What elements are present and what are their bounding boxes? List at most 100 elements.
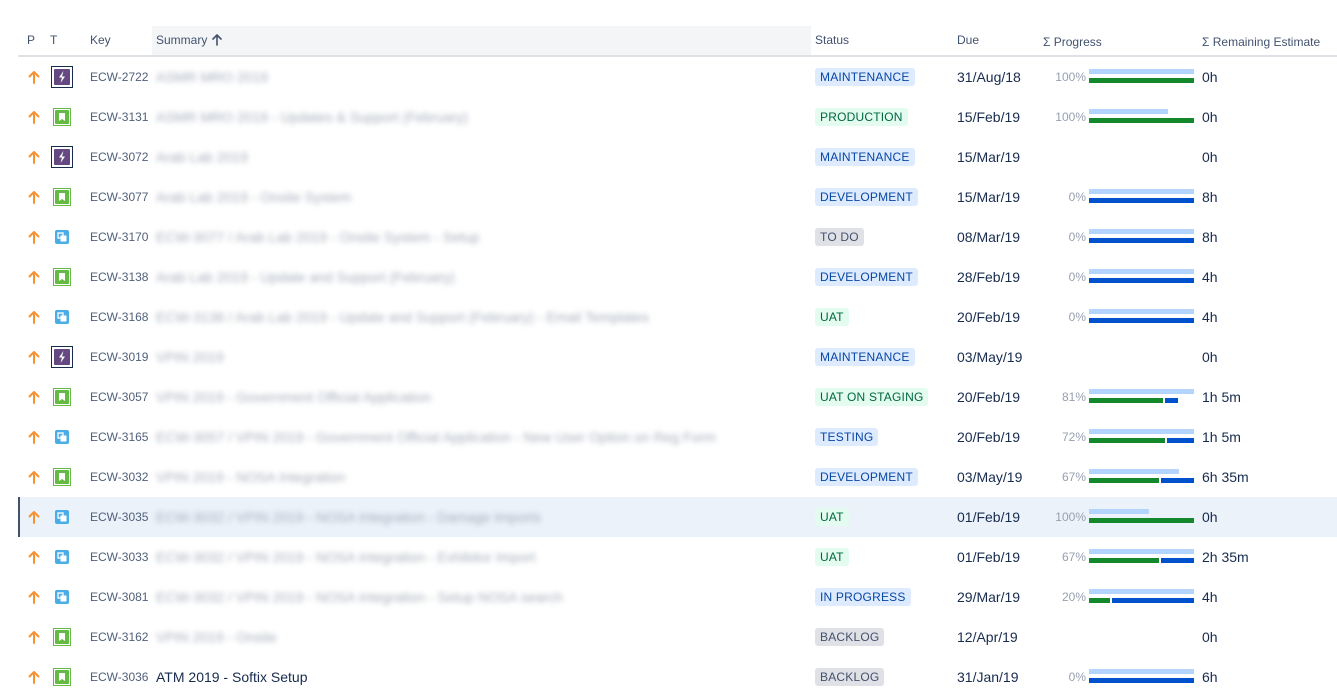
issue-key-link[interactable]: ECW-3168	[90, 297, 148, 337]
issue-summary-link[interactable]: ATM 2019 - Softix Setup	[156, 657, 307, 697]
issue-summary-link[interactable]: ASMR MRO 2019 - Updates & Support (Febru…	[156, 97, 468, 137]
status-cell: UAT ON STAGING	[815, 377, 929, 417]
progress-done-segment	[1089, 558, 1159, 563]
status-lozenge: DEVELOPMENT	[815, 188, 918, 206]
issue-key-link[interactable]: ECW-3057	[90, 377, 148, 417]
table-row[interactable]: ECW-2722 ASMR MRO 2019 MAINTENANCE 31/Aug/1…	[18, 57, 1337, 97]
issue-summary-link[interactable]: ECW-3032 / VPIN 2019 - NOSA Integration …	[156, 497, 541, 537]
column-header-due[interactable]: Due	[957, 32, 979, 48]
remaining-estimate: 2h 35m	[1202, 549, 1249, 565]
issue-key-link[interactable]: ECW-3081	[90, 577, 148, 617]
summary-header-highlight	[152, 26, 811, 55]
progress-estimate-bar	[1089, 429, 1194, 434]
issue-key-link[interactable]: ECW-3165	[90, 417, 148, 457]
table-row[interactable]: ECW-3168 ECW-3138 / Arab Lab 2019 - Updat…	[18, 297, 1337, 337]
progress-logged-bar	[1089, 678, 1194, 683]
issue-summary-link[interactable]: ECW-3057 / VPIN 2019 - Government Offici…	[156, 417, 716, 457]
table-row[interactable]: ECW-3057 VPIN 2019 - Government Official …	[18, 377, 1337, 417]
column-header-summary-label: Summary	[156, 33, 208, 47]
status-lozenge: IN PROGRESS	[815, 588, 911, 606]
due-date: 31/Jan/19	[957, 669, 1019, 685]
due-date: 28/Feb/19	[957, 269, 1021, 285]
column-header-summary[interactable]: Summary	[156, 32, 223, 48]
issue-summary-link[interactable]: ECW-3077 / Arab Lab 2019 - Onsite System…	[156, 217, 479, 257]
table-row[interactable]: ECW-3138 Arab Lab 2019 - Update and Suppo…	[18, 257, 1337, 297]
progress-estimate-bar	[1089, 549, 1194, 554]
table-row[interactable]: ECW-3032 VPIN 2019 - NOSA Integration DEVE…	[18, 457, 1337, 497]
column-header-status[interactable]: Status	[815, 32, 849, 48]
story-icon	[50, 617, 74, 657]
progress-done-segment	[1089, 78, 1194, 83]
table-row[interactable]: ECW-3019 VPIN 2019 MAINTENANCE 03/May/19 0h	[18, 337, 1337, 377]
status-cell: DEVELOPMENT	[815, 177, 918, 217]
issue-table: P T Key Summary Status Due Σ Progress Σ …	[18, 26, 1337, 697]
status-cell: UAT	[815, 297, 849, 337]
arrow-up-icon	[212, 34, 223, 46]
subtask-icon	[50, 497, 74, 537]
remaining-estimate: 6h 35m	[1202, 469, 1249, 485]
remaining-estimate: 1h 5m	[1202, 429, 1241, 445]
issue-key-link[interactable]: ECW-3162	[90, 617, 148, 657]
column-header-progress[interactable]: Σ Progress	[1043, 34, 1102, 50]
issue-key-link[interactable]: ECW-3035	[90, 497, 148, 537]
issue-key-link[interactable]: ECW-3131	[90, 97, 148, 137]
progress-percent: 100%	[1055, 70, 1086, 84]
issue-summary-link[interactable]: ECW-3032 / VPIN 2019 - NOSA Integration …	[156, 537, 535, 577]
due-date: 12/Apr/19	[957, 629, 1018, 645]
issue-summary-link[interactable]: ECW-3138 / Arab Lab 2019 - Update and Su…	[156, 297, 649, 337]
column-header-remaining-estimate[interactable]: Σ Remaining Estimate	[1202, 34, 1320, 50]
issue-summary-link[interactable]: ECW-3032 / VPIN 2019 - NOSA Integration …	[156, 577, 563, 617]
table-row[interactable]: ECW-3035 ECW-3032 / VPIN 2019 - NOSA Inte…	[18, 497, 1337, 537]
table-row[interactable]: ECW-3170 ECW-3077 / Arab Lab 2019 - Onsit…	[18, 217, 1337, 257]
subtask-icon	[50, 577, 74, 617]
table-row[interactable]: ECW-3033 ECW-3032 / VPIN 2019 - NOSA Inte…	[18, 537, 1337, 577]
issue-key-link[interactable]: ECW-3036	[90, 657, 148, 697]
issue-key-link[interactable]: ECW-3170	[90, 217, 148, 257]
progress-estimate-bar	[1089, 389, 1194, 394]
issue-summary-link[interactable]: Arab Lab 2019 - Onsite System	[156, 177, 351, 217]
progress-percent: 100%	[1055, 110, 1086, 124]
progress-logged-bar	[1089, 598, 1194, 603]
issue-summary-link[interactable]: ASMR MRO 2019	[156, 57, 268, 97]
table-row[interactable]: ECW-3036 ATM 2019 - Softix Setup BACKLOG 31…	[18, 657, 1337, 697]
story-icon	[50, 97, 74, 137]
progress-bar	[1089, 229, 1194, 246]
table-row[interactable]: ECW-3165 ECW-3057 / VPIN 2019 - Governmen…	[18, 417, 1337, 457]
issue-key-link[interactable]: ECW-3072	[90, 137, 148, 177]
progress-percent: 72%	[1061, 430, 1086, 444]
issue-key-link[interactable]: ECW-3138	[90, 257, 148, 297]
issue-key-link[interactable]: ECW-2722	[90, 57, 148, 97]
column-header-type[interactable]: T	[50, 32, 57, 48]
table-row[interactable]: ECW-3072 Arab Lab 2019 MAINTENANCE 15/Mar/1…	[18, 137, 1337, 177]
table-row[interactable]: ECW-3081 ECW-3032 / VPIN 2019 - NOSA Inte…	[18, 577, 1337, 617]
issue-key-link[interactable]: ECW-3032	[90, 457, 148, 497]
issue-key-link[interactable]: ECW-3033	[90, 537, 148, 577]
issue-summary-link[interactable]: Arab Lab 2019	[156, 137, 248, 177]
priority-high-icon	[28, 457, 42, 497]
progress-percent: 0%	[1068, 270, 1086, 284]
due-date: 31/Aug/18	[957, 69, 1021, 85]
progress-logged-bar	[1089, 318, 1194, 323]
progress-estimate-bar	[1089, 69, 1194, 74]
table-row[interactable]: ECW-3162 VPIN 2019 - Onsite BACKLOG 12/Apr/…	[18, 617, 1337, 657]
column-header-key[interactable]: Key	[90, 32, 111, 48]
table-row[interactable]: ECW-3131 ASMR MRO 2019 - Updates & Suppor…	[18, 97, 1337, 137]
issue-summary-link[interactable]: Arab Lab 2019 - Update and Support (Febr…	[156, 257, 455, 297]
progress-estimate-bar	[1089, 469, 1179, 474]
issue-summary-link[interactable]: VPIN 2019	[156, 337, 224, 377]
issue-key-link[interactable]: ECW-3019	[90, 337, 148, 377]
status-lozenge: UAT	[815, 508, 849, 526]
issue-summary-link[interactable]: VPIN 2019 - Government Official Applicat…	[156, 377, 431, 417]
status-lozenge: MAINTENANCE	[815, 148, 915, 166]
remaining-estimate: 8h	[1202, 229, 1218, 245]
table-header: P T Key Summary Status Due Σ Progress Σ …	[18, 26, 1337, 57]
status-lozenge: MAINTENANCE	[815, 68, 915, 86]
issue-key-link[interactable]: ECW-3077	[90, 177, 148, 217]
progress-bar	[1089, 669, 1194, 686]
progress-percent: 0%	[1068, 190, 1086, 204]
issue-summary-link[interactable]: VPIN 2019 - Onsite	[156, 617, 277, 657]
table-row[interactable]: ECW-3077 Arab Lab 2019 - Onsite System DEV…	[18, 177, 1337, 217]
column-header-priority[interactable]: P	[27, 32, 35, 48]
progress-done-segment	[1089, 478, 1159, 483]
issue-summary-link[interactable]: VPIN 2019 - NOSA Integration	[156, 457, 345, 497]
